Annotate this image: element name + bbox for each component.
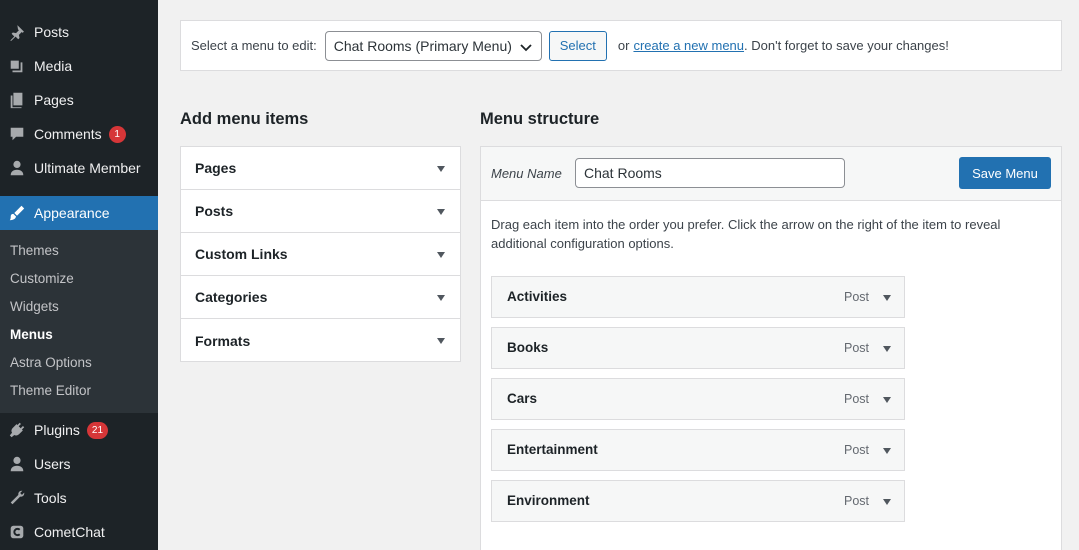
menu-item-title: Entertainment <box>507 442 598 457</box>
sidebar-item-cometchat[interactable]: CometChat <box>0 515 158 549</box>
add-menu-items-heading: Add menu items <box>180 110 309 128</box>
sidebar-item-plugins[interactable]: Plugins 21 <box>0 413 158 447</box>
pages-icon <box>0 91 34 109</box>
cometchat-icon <box>0 523 34 541</box>
drag-instructions: Drag each item into the order you prefer… <box>491 217 1001 251</box>
appearance-submenu: Themes Customize Widgets Menus Astra Opt… <box>0 230 158 413</box>
accordion-section-label: Categories <box>195 289 268 305</box>
caret-down-icon[interactable] <box>883 448 891 454</box>
caret-down-icon[interactable] <box>883 397 891 403</box>
user-icon <box>0 159 34 177</box>
accordion-section-pages[interactable]: Pages <box>181 147 460 190</box>
submenu-theme-editor[interactable]: Theme Editor <box>10 381 91 401</box>
accordion-section-formats[interactable]: Formats <box>181 319 460 362</box>
sidebar-item-label: Posts <box>34 24 70 40</box>
chevron-down-icon <box>519 40 533 57</box>
caret-down-icon <box>437 166 445 172</box>
selected-menu-value: Chat Rooms (Primary Menu) <box>333 37 512 54</box>
accordion-section-label: Pages <box>195 160 237 176</box>
menu-item[interactable]: Activities Post <box>491 276 905 318</box>
submenu-customize[interactable]: Customize <box>10 269 74 289</box>
or-text: or <box>617 38 630 53</box>
caret-down-icon <box>437 338 445 344</box>
accordion-section-label: Custom Links <box>195 246 288 262</box>
brush-icon <box>0 204 34 222</box>
sidebar-item-ultimate-member[interactable]: Ultimate Member <box>0 151 158 185</box>
sidebar-item-label: Ultimate Member <box>34 160 141 176</box>
sidebar-item-comments[interactable]: Comments 1 <box>0 117 158 151</box>
menu-item-title: Environment <box>507 493 590 508</box>
caret-down-icon <box>437 209 445 215</box>
pin-icon <box>0 23 34 41</box>
users-icon <box>0 455 34 473</box>
submenu-widgets[interactable]: Widgets <box>10 297 59 317</box>
save-menu-button[interactable]: Save Menu <box>959 157 1051 189</box>
wrench-icon <box>0 489 34 507</box>
sidebar-item-users[interactable]: Users <box>0 447 158 481</box>
menu-item[interactable]: Books Post <box>491 327 905 369</box>
submenu-menus[interactable]: Menus <box>10 325 53 345</box>
menu-item-title: Books <box>507 340 549 355</box>
sidebar-item-tools[interactable]: Tools <box>0 481 158 515</box>
submenu-astra-options[interactable]: Astra Options <box>10 353 92 373</box>
menu-item-type: Post <box>843 290 869 304</box>
sidebar-item-label: Media <box>34 58 73 74</box>
sidebar-item-label: Comments <box>34 126 102 142</box>
menu-item[interactable]: Entertainment Post <box>491 429 905 471</box>
plug-icon <box>0 421 34 439</box>
menu-item-type: Post <box>843 443 869 457</box>
admin-sidebar: Posts Media Pages Comments 1 Ultimate Me… <box>0 0 158 550</box>
sidebar-item-label: Tools <box>34 490 67 506</box>
sidebar-item-label: Users <box>34 456 71 472</box>
accordion-section-label: Posts <box>195 203 234 219</box>
menu-item-title: Cars <box>507 391 538 406</box>
menu-item-type: Post <box>843 392 869 406</box>
create-new-menu-link[interactable]: create a new menu <box>633 38 744 53</box>
menu-item-type: Post <box>843 341 869 355</box>
submenu-themes[interactable]: Themes <box>10 241 59 261</box>
caret-down-icon[interactable] <box>883 499 891 505</box>
caret-down-icon <box>437 295 445 301</box>
menu-name-input[interactable] <box>575 158 845 188</box>
caret-down-icon <box>437 252 445 258</box>
sidebar-item-label: Pages <box>34 92 74 108</box>
media-icon <box>0 57 34 75</box>
add-items-accordion: Pages Posts Custom Links Categories Form… <box>180 146 461 362</box>
accordion-section-label: Formats <box>195 332 251 349</box>
sidebar-item-appearance[interactable]: Appearance <box>0 196 158 230</box>
select-button[interactable]: Select <box>548 30 607 61</box>
comments-count-badge: 1 <box>108 125 126 143</box>
menu-structure-heading: Menu structure <box>480 110 600 128</box>
menu-name-label: Menu Name <box>491 166 562 181</box>
plugins-count-badge: 21 <box>86 421 109 439</box>
menu-item-type: Post <box>843 494 869 508</box>
sidebar-item-posts[interactable]: Posts <box>0 15 158 49</box>
menu-header: Menu Name Save Menu <box>481 147 1061 201</box>
menu-select-bar: Select a menu to edit: Chat Rooms (Prima… <box>180 20 1062 71</box>
accordion-section-posts[interactable]: Posts <box>181 190 460 233</box>
select-menu-prompt: Select a menu to edit: <box>191 38 317 53</box>
accordion-section-custom-links[interactable]: Custom Links <box>181 233 460 276</box>
caret-down-icon[interactable] <box>883 346 891 352</box>
comment-icon <box>0 125 34 143</box>
sidebar-item-media[interactable]: Media <box>0 49 158 83</box>
caret-down-icon[interactable] <box>883 295 891 301</box>
sidebar-item-pages[interactable]: Pages <box>0 83 158 117</box>
sidebar-item-label: CometChat <box>34 524 105 540</box>
menu-structure-panel: Menu Name Save Menu Drag each item into … <box>480 146 1062 550</box>
accordion-section-categories[interactable]: Categories <box>181 276 460 319</box>
save-reminder-text: . Don't forget to save your changes! <box>744 38 949 53</box>
sidebar-item-label: Appearance <box>34 205 110 221</box>
sidebar-item-label: Plugins <box>34 422 80 438</box>
menu-item[interactable]: Cars Post <box>491 378 905 420</box>
menu-item[interactable]: Environment Post <box>491 480 905 522</box>
menu-item-title: Activities <box>507 289 568 304</box>
menu-select-dropdown[interactable]: Chat Rooms (Primary Menu) <box>324 30 542 61</box>
